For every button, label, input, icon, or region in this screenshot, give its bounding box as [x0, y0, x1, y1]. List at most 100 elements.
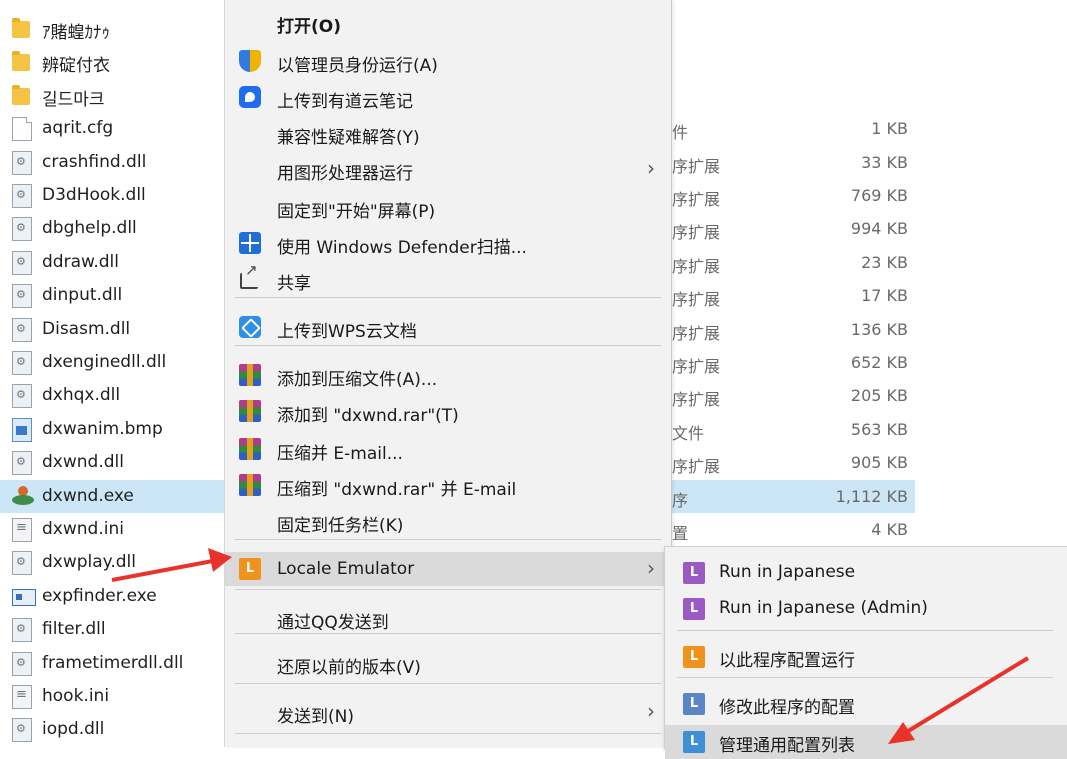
folder-icon [12, 18, 30, 38]
submenu-item-2[interactable]: L 以此程序配置运行 [665, 640, 1067, 674]
menu-item-17[interactable]: 发送到(N) › [225, 695, 671, 729]
file-row[interactable]: frametimerdll.dll [0, 647, 225, 680]
dll-icon [12, 184, 32, 208]
file-type-cell: 序 [672, 490, 689, 510]
menu-item-7[interactable]: 共享 [225, 261, 671, 296]
file-row[interactable]: ddraw.dll [0, 246, 225, 279]
menu-separator [235, 683, 661, 684]
dll-icon [12, 250, 32, 275]
file-row[interactable]: Disasm.dll [0, 313, 225, 346]
file-name: ｱ賭蝗ｶﾅｩ [42, 23, 110, 43]
menu-separator [235, 297, 661, 298]
file-row[interactable]: dxwnd.dll [0, 446, 225, 479]
file-row[interactable]: ｱ賭蝗ｶﾅｩ [0, 12, 225, 45]
file-size-cell: 4 KB [871, 520, 908, 539]
menu-item-3[interactable]: 兼容性疑难解答(Y) [225, 116, 671, 150]
file-row[interactable]: dinput.dll [0, 279, 225, 312]
menu-item-10[interactable]: 添加到 "dxwnd.rar"(T) [225, 394, 671, 428]
menu-item-label: 上传到WPS云文档 [277, 322, 417, 342]
file-size-cell: 994 KB [850, 219, 908, 239]
menu-item-2[interactable]: 上传到有道云笔记 [225, 80, 671, 114]
menu-item-16[interactable]: 还原以前的版本(V) [225, 646, 671, 680]
menu-item-6[interactable]: 使用 Windows Defender扫描... [225, 226, 671, 260]
file-row[interactable]: dxwplay.dll [0, 546, 225, 579]
menu-item-8[interactable]: 上传到WPS云文档 [225, 310, 671, 344]
file-name: dxwanim.bmp [42, 418, 163, 439]
file-name: dxwnd.ini [42, 519, 124, 539]
winrar-icon [239, 400, 261, 422]
menu-item-14[interactable]: L Locale Emulator › [225, 552, 671, 586]
dll-icon [12, 217, 32, 242]
wps-cloud-icon [239, 316, 261, 338]
menu-item-1[interactable]: 以管理员身份运行(A) [225, 44, 671, 78]
file-row[interactable]: expfinder.exe [0, 580, 225, 613]
menu-item-label: 添加到 "dxwnd.rar"(T) [277, 406, 459, 426]
share-icon [240, 261, 258, 289]
menu-item-9[interactable]: 添加到压缩文件(A)... [225, 358, 671, 392]
file-type-cell: 序扩展 [672, 390, 721, 410]
menu-item-label: 固定到任务栏(K) [277, 516, 404, 536]
file-size-cell: 17 KB [861, 286, 908, 306]
menu-separator [235, 589, 661, 590]
file-size-cell: 33 KB [861, 152, 908, 172]
file-row[interactable]: 辨碇付衣 [0, 45, 225, 78]
menu-item-label: 发送到(N) [277, 707, 354, 727]
file-name: expfinder.exe [42, 585, 157, 606]
dll-icon [12, 150, 32, 175]
menu-separator [235, 633, 661, 634]
file-name: ddraw.dll [42, 251, 119, 272]
menu-item-label: 共享 [277, 274, 311, 294]
locale-emulator-icon: L [683, 646, 705, 668]
file-name: dinput.dll [42, 285, 123, 306]
submenu-item-label: Run in Japanese (Admin) [719, 598, 928, 618]
file-row[interactable]: dxwanim.bmp [0, 413, 225, 446]
file-row[interactable]: filter.dll [0, 613, 225, 646]
file-size-cell: 1,112 KB [835, 486, 908, 506]
menu-item-4[interactable]: 用图形处理器运行 › [225, 152, 671, 186]
file-row[interactable]: dxenginedll.dll [0, 346, 225, 379]
file-type-cell: 置 [672, 524, 689, 543]
file-type-cell: 文件 [672, 423, 705, 443]
file-size-cell: 136 KB [850, 319, 908, 339]
file-name: aqrit.cfg [42, 118, 114, 139]
menu-item-12[interactable]: 压缩到 "dxwnd.rar" 并 E-mail [225, 468, 671, 502]
dll-icon [12, 317, 32, 342]
menu-item-label: 压缩到 "dxwnd.rar" 并 E-mail [277, 480, 517, 500]
menu-item-11[interactable]: 压缩并 E-mail... [225, 432, 671, 466]
file-size-cell: 769 KB [850, 186, 908, 205]
locale-emulator-icon: L [683, 562, 705, 584]
file-row[interactable]: aqrit.cfg [0, 112, 225, 145]
file-row[interactable]: D3dHook.dll [0, 179, 225, 212]
file-row[interactable]: hook.ini [0, 680, 225, 713]
menu-item-15[interactable]: 通过QQ发送到 [225, 601, 671, 635]
file-name: dxwnd.exe [42, 485, 134, 506]
file-name: 길드마크 [42, 89, 105, 110]
dll-icon [12, 351, 32, 375]
file-row[interactable]: crashfind.dll [0, 146, 225, 179]
file-row[interactable]: dxwnd.exe [0, 480, 225, 513]
winrar-icon [239, 438, 261, 460]
file-row[interactable]: dxwnd.ini [0, 513, 225, 546]
file-row[interactable]: 길드마크 [0, 79, 225, 112]
file-size-cell: 205 KB [850, 386, 908, 406]
submenu-item-3[interactable]: L 修改此程序的配置 [665, 687, 1067, 721]
file-size-cell: 652 KB [850, 353, 908, 372]
submenu-item-4[interactable]: L 管理通用配置列表 [665, 725, 1067, 759]
menu-item-0[interactable]: 打开(O) [225, 5, 671, 39]
menu-item-5[interactable]: 固定到"开始"屏幕(P) [225, 190, 671, 224]
file-row[interactable]: iopd.dll [0, 713, 225, 746]
file-row[interactable]: dxhqx.dll [0, 379, 225, 412]
exe-icon [12, 485, 34, 506]
submenu-item-0[interactable]: L Run in Japanese [665, 556, 1067, 590]
winrar-icon [239, 364, 261, 386]
file-name: D3dHook.dll [42, 185, 146, 205]
submenu-item-1[interactable]: L Run in Japanese (Admin) [665, 592, 1067, 626]
file-name: filter.dll [42, 619, 106, 640]
locale-emulator-icon: L [239, 558, 261, 580]
file-row[interactable]: dbghelp.dll [0, 212, 225, 245]
file-name: dxenginedll.dll [42, 352, 167, 372]
locale-emulator-icon: L [683, 731, 705, 753]
menu-item-13[interactable]: 固定到任务栏(K) [225, 504, 671, 538]
exe2-icon [12, 588, 36, 606]
file-name: hook.ini [42, 686, 110, 706]
